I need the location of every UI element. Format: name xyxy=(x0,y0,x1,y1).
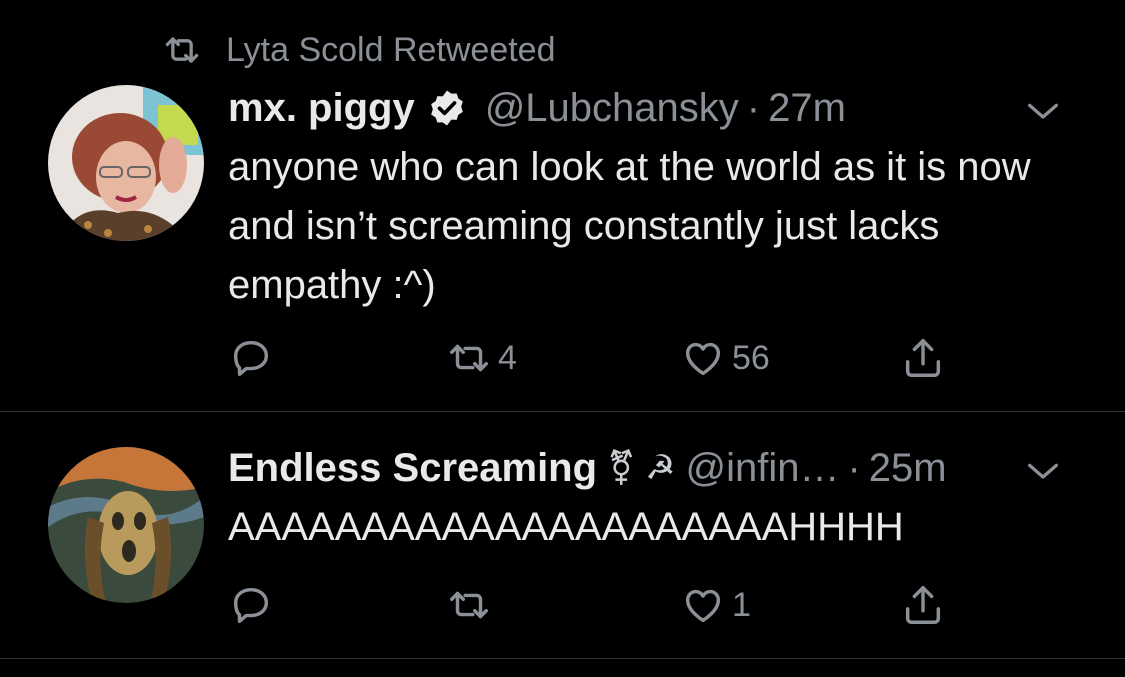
like-button[interactable]: 1 xyxy=(680,582,751,628)
tweet-header: Endless Screaming ⚧ ☭ @infin… · 25m xyxy=(228,440,1065,496)
tweet-actions: 1 xyxy=(228,580,1025,630)
separator: · xyxy=(847,445,861,490)
tweet-actions: 4 56 xyxy=(228,333,1025,383)
retweet-icon xyxy=(165,37,199,63)
display-name[interactable]: mx. piggy xyxy=(228,86,415,131)
tweet[interactable]: Endless Screaming ⚧ ☭ @infin… · 25m AAAA… xyxy=(0,412,1125,659)
reply-button[interactable] xyxy=(228,335,280,381)
avatar[interactable] xyxy=(48,85,204,241)
tweet-content: Endless Screaming ⚧ ☭ @infin… · 25m AAAA… xyxy=(228,440,1065,557)
retweet-button[interactable] xyxy=(446,582,498,628)
like-icon xyxy=(685,342,721,376)
retweet-icon xyxy=(450,591,488,619)
like-button[interactable]: 56 xyxy=(680,335,770,381)
avatar[interactable] xyxy=(48,447,204,603)
like-count: 1 xyxy=(732,585,751,624)
share-button[interactable] xyxy=(900,582,946,628)
share-icon xyxy=(905,586,941,624)
reply-icon xyxy=(233,587,269,624)
handle[interactable]: @infin… xyxy=(685,446,839,491)
verified-badge-icon xyxy=(430,90,463,126)
reply-button[interactable] xyxy=(228,582,280,628)
like-icon xyxy=(685,589,721,623)
display-name[interactable]: Endless Screaming xyxy=(228,446,597,491)
retweeted-by-label: Lyta Scold Retweeted xyxy=(226,30,556,69)
tweet-content: mx. piggy @Lubchansky · 27m anyone who c… xyxy=(228,80,1065,315)
timestamp[interactable]: 25m xyxy=(869,446,947,491)
tweet-text: AAAAAAAAAAAAAAAAAAAAAHHHH xyxy=(228,505,904,549)
like-count: 56 xyxy=(732,338,770,377)
retweet-icon xyxy=(450,344,488,372)
share-icon xyxy=(905,339,941,377)
retweet-count: 4 xyxy=(498,338,517,377)
avatar-image xyxy=(48,447,204,603)
timestamp[interactable]: 27m xyxy=(768,86,846,131)
avatar-image xyxy=(48,85,204,241)
tweet[interactable]: Lyta Scold Retweeted mx. piggy @Lubchans… xyxy=(0,0,1125,412)
handle[interactable]: @Lubchansky xyxy=(485,86,739,131)
chevron-down-icon[interactable] xyxy=(1021,452,1065,492)
reply-icon xyxy=(233,340,269,377)
separator: · xyxy=(746,85,761,130)
share-button[interactable] xyxy=(900,335,946,381)
tweet-header: mx. piggy @Lubchansky · 27m xyxy=(228,80,1065,136)
retweet-button[interactable]: 4 xyxy=(446,335,517,381)
tweet-text: anyone who can look at the world as it i… xyxy=(228,145,1031,307)
retweet-context[interactable]: Lyta Scold Retweeted xyxy=(160,28,556,72)
name-emoji: ⚧ ☭ xyxy=(607,449,676,487)
chevron-down-icon[interactable] xyxy=(1021,92,1065,132)
